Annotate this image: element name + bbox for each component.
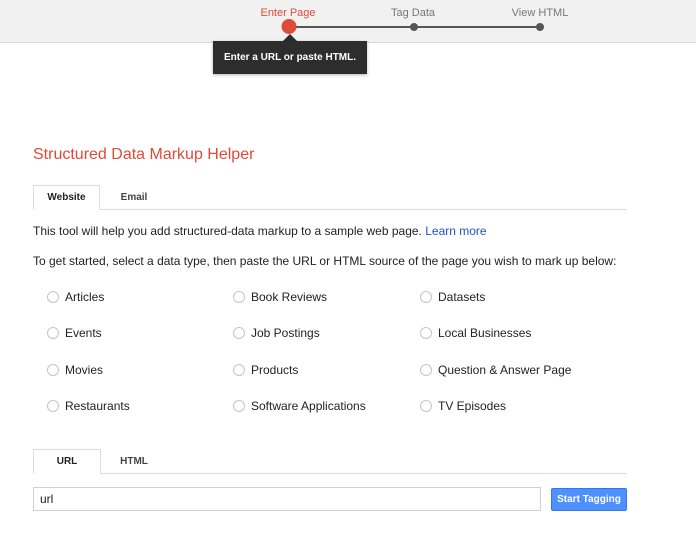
step-view-html-label: View HTML xyxy=(511,7,569,19)
option-label: TV Episodes xyxy=(438,399,507,413)
option-label: Datasets xyxy=(438,290,486,304)
option-local-businesses[interactable]: Local Businesses xyxy=(420,325,531,341)
learn-more-link[interactable]: Learn more xyxy=(425,224,486,238)
option-restaurants[interactable]: Restaurants xyxy=(47,398,130,414)
start-tagging-button[interactable]: Start Tagging xyxy=(551,488,627,511)
radio-button[interactable] xyxy=(233,364,245,376)
radio-button[interactable] xyxy=(47,291,59,303)
tab-email[interactable]: Email xyxy=(100,185,168,209)
page-title: Structured Data Markup Helper xyxy=(33,146,255,163)
input-tabs: URL HTML xyxy=(33,449,627,474)
tab-url[interactable]: URL xyxy=(33,449,101,474)
option-label: Local Businesses xyxy=(438,326,532,340)
instruction-text: To get started, select a data type, then… xyxy=(33,254,617,268)
step-tag-data-dot xyxy=(410,23,418,31)
tab-website[interactable]: Website xyxy=(33,185,100,210)
step-tag-data-label: Tag Data xyxy=(390,7,436,19)
radio-button[interactable] xyxy=(233,327,245,339)
option-label: Software Applications xyxy=(251,399,366,413)
option-label: Products xyxy=(251,363,299,377)
option-label: Movies xyxy=(65,363,104,377)
step-enter-page-label: Enter Page xyxy=(260,7,316,19)
option-articles[interactable]: Articles xyxy=(47,289,104,305)
intro-text-body: This tool will help you add structured-d… xyxy=(33,224,422,238)
option-label: Question & Answer Page xyxy=(438,363,572,377)
radio-button[interactable] xyxy=(420,291,432,303)
step-tooltip: Enter a URL or paste HTML. xyxy=(213,41,367,74)
radio-button[interactable] xyxy=(233,291,245,303)
option-label: Job Postings xyxy=(251,326,320,340)
option-label: Articles xyxy=(65,290,105,304)
radio-button[interactable] xyxy=(420,364,432,376)
source-tabs: Website Email xyxy=(33,185,627,210)
tab-html[interactable]: HTML xyxy=(101,449,167,473)
option-label: Events xyxy=(65,326,102,340)
radio-button[interactable] xyxy=(47,327,59,339)
progress-stepper: Enter Page Tag Data View HTML xyxy=(0,0,696,43)
option-events[interactable]: Events xyxy=(47,325,102,341)
radio-button[interactable] xyxy=(233,400,245,412)
option-book-reviews[interactable]: Book Reviews xyxy=(233,289,327,305)
option-job-postings[interactable]: Job Postings xyxy=(233,325,320,341)
option-question-answer-page[interactable]: Question & Answer Page xyxy=(420,362,571,378)
option-datasets[interactable]: Datasets xyxy=(420,289,485,305)
tooltip-arrow xyxy=(283,34,297,41)
url-input[interactable]: url xyxy=(33,487,541,511)
step-enter-page-dot xyxy=(281,19,297,34)
option-movies[interactable]: Movies xyxy=(47,362,103,378)
step-view-html-dot xyxy=(536,23,544,31)
radio-button[interactable] xyxy=(420,400,432,412)
radio-button[interactable] xyxy=(47,400,59,412)
intro-text: This tool will help you add structured-d… xyxy=(33,224,487,238)
option-label: Restaurants xyxy=(65,399,130,413)
radio-button[interactable] xyxy=(47,364,59,376)
option-label: Book Reviews xyxy=(251,290,328,304)
option-software-applications[interactable]: Software Applications xyxy=(233,398,366,414)
option-products[interactable]: Products xyxy=(233,362,298,378)
radio-button[interactable] xyxy=(420,327,432,339)
option-tv-episodes[interactable]: TV Episodes xyxy=(420,398,506,414)
